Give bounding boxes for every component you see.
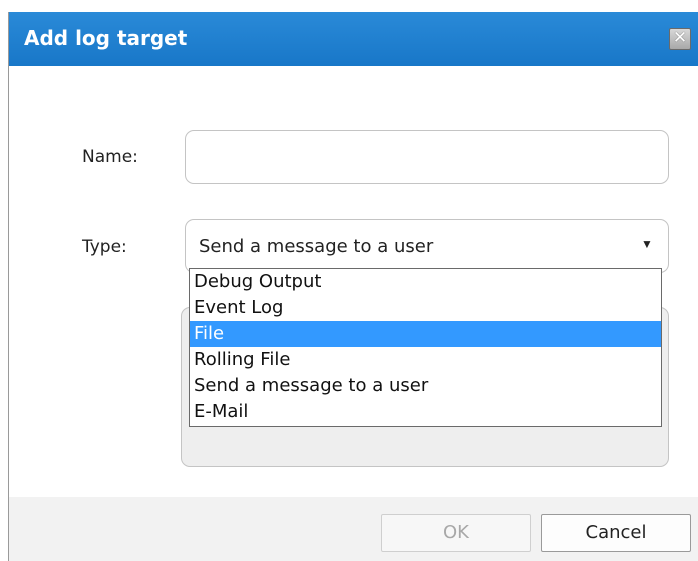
- dialog-title: Add log target: [24, 26, 188, 50]
- type-option-file[interactable]: File: [190, 321, 661, 347]
- type-dropdown-list: Debug Output Event Log File Rolling File…: [189, 268, 662, 427]
- type-option-debug-output[interactable]: Debug Output: [190, 269, 661, 295]
- add-log-target-dialog: Add log target ✕ Name: Type: Send a mess…: [8, 12, 698, 561]
- type-option-event-log[interactable]: Event Log: [190, 295, 661, 321]
- type-option-email[interactable]: E-Mail: [190, 399, 661, 425]
- ok-button[interactable]: OK: [381, 514, 531, 552]
- type-select[interactable]: Send a message to a user ▼: [185, 219, 669, 273]
- type-option-send-message[interactable]: Send a message to a user: [190, 373, 661, 399]
- close-icon[interactable]: ✕: [669, 28, 691, 50]
- cancel-button[interactable]: Cancel: [541, 514, 691, 552]
- dialog-titlebar[interactable]: Add log target ✕: [9, 12, 698, 66]
- type-select-value: Send a message to a user: [199, 236, 434, 257]
- type-option-rolling-file[interactable]: Rolling File: [190, 347, 661, 373]
- name-input[interactable]: [185, 130, 669, 184]
- type-label: Type:: [82, 237, 127, 257]
- dropdown-arrow-icon[interactable]: ▼: [641, 237, 653, 251]
- name-label: Name:: [82, 147, 138, 167]
